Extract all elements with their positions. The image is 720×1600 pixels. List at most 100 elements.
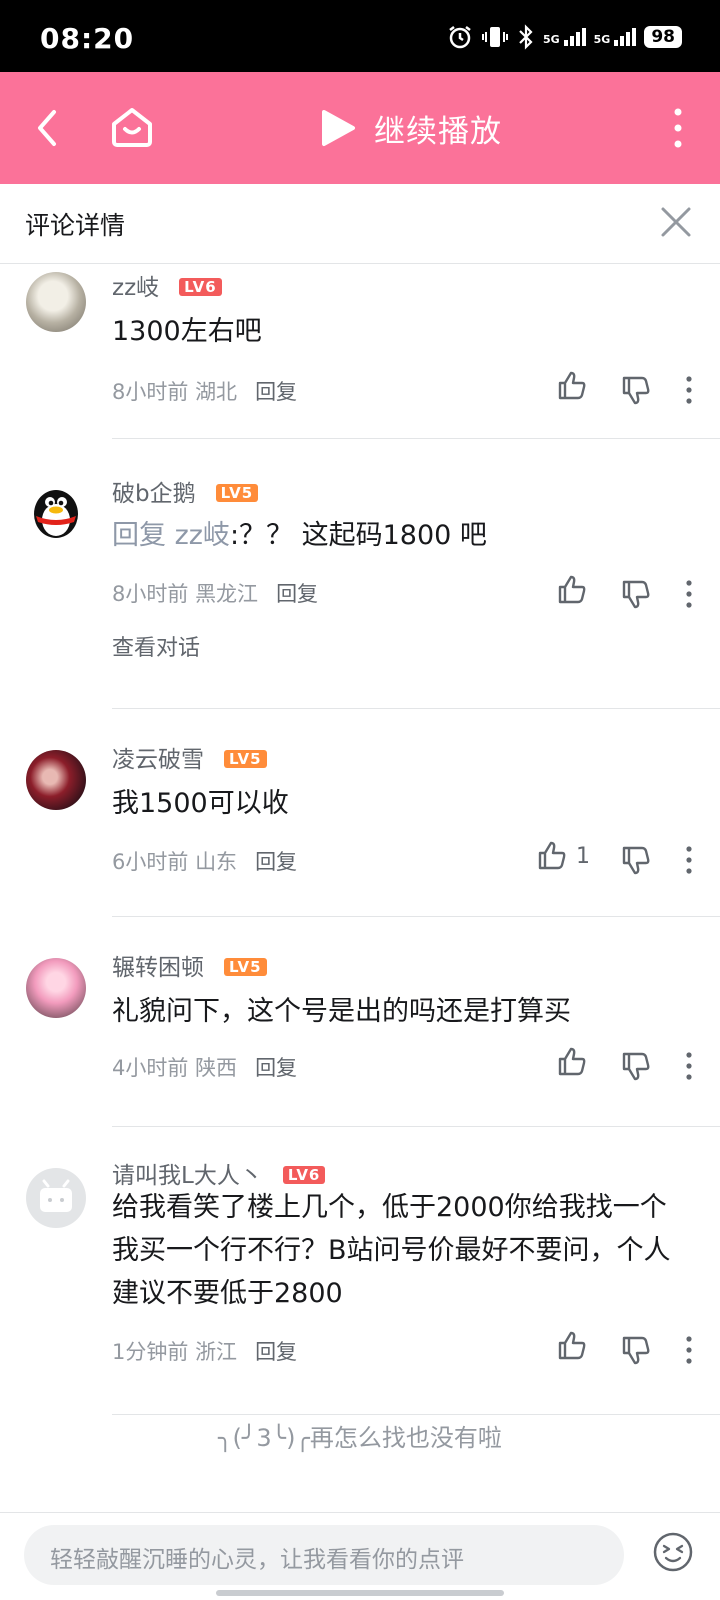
- dislike-icon: [622, 580, 650, 609]
- comment-time: 8小时前: [112, 582, 189, 606]
- signal-icon-2: 5G: [594, 28, 637, 46]
- comment-more-button[interactable]: [684, 844, 694, 876]
- comment-time: 6小时前: [112, 850, 189, 874]
- reply-button[interactable]: 回复: [255, 850, 297, 874]
- comment-more-button[interactable]: [684, 578, 694, 610]
- dislike-button[interactable]: [620, 844, 652, 876]
- more-icon: [686, 1336, 692, 1364]
- more-button[interactable]: [666, 102, 690, 154]
- like-icon: [558, 1047, 586, 1076]
- comment-region: 陕西: [195, 1056, 238, 1080]
- reply-button[interactable]: 回复: [255, 1056, 297, 1080]
- continue-play-label: 继续播放: [374, 113, 502, 150]
- end-of-list-note: ╮(╯3╰)╭再怎么找也没有啦: [218, 1424, 502, 1452]
- emoji-icon: [653, 1532, 693, 1572]
- network-label-2: 5G: [593, 33, 611, 46]
- username[interactable]: 辗转困顿 LV5: [112, 948, 267, 982]
- panel-title: 评论详情: [25, 211, 126, 240]
- username[interactable]: zz岐 LV6: [112, 268, 222, 302]
- comment-more-button[interactable]: [684, 1334, 694, 1366]
- home-button[interactable]: [104, 98, 160, 154]
- username[interactable]: 请叫我L大人丶 LV6: [112, 1156, 326, 1190]
- more-icon: [686, 846, 692, 874]
- comment-item: 请叫我L大人丶 LV6 给我看笑了楼上几个，低于2000你给我找一个我买一个行不行…: [0, 1156, 720, 1416]
- comment-meta: 1分钟前 浙江 回复: [112, 1336, 297, 1366]
- like-icon: [538, 841, 566, 870]
- status-time: 08:20: [40, 22, 135, 55]
- reply-to-user[interactable]: 回复 zz岐: [112, 520, 230, 551]
- more-icon: [686, 580, 692, 608]
- dislike-button[interactable]: [620, 1334, 652, 1366]
- comment-more-button[interactable]: [684, 1050, 694, 1082]
- bluetooth-icon: [519, 24, 533, 50]
- comment-input-bar: 轻轻敲醒沉睡的心灵，让我看看你的点评: [0, 1512, 720, 1600]
- like-button[interactable]: [556, 1330, 588, 1362]
- comment-detail-header: 评论详情: [0, 184, 720, 264]
- username-text: 凌云破雪: [112, 747, 204, 773]
- comment-item: 辗转困顿 LV5 礼貌问下，这个号是出的吗还是打算买 4小时前 陕西 回复: [0, 948, 720, 1128]
- avatar[interactable]: [26, 958, 86, 1018]
- username-text: zz岐: [112, 275, 160, 301]
- dislike-icon: [622, 1052, 650, 1081]
- comment-more-button[interactable]: [684, 374, 694, 406]
- comment-text: 1300左右吧: [112, 316, 262, 347]
- penguin-avatar-image: [34, 490, 78, 538]
- like-button[interactable]: [556, 1046, 588, 1078]
- comment-text-body: :？？ 这起码1800 吧: [229, 520, 487, 551]
- comment-meta: 8小时前 黑龙江 回复: [112, 578, 318, 608]
- comment-item: 破b企鹅 LV5 回复 zz岐:？？ 这起码1800 吧 8小时前 黑龙江 回复 查…: [0, 474, 720, 710]
- more-icon: [686, 376, 692, 404]
- emoji-button[interactable]: [652, 1531, 694, 1573]
- like-button[interactable]: [556, 574, 588, 606]
- dislike-button[interactable]: [620, 374, 652, 406]
- close-icon: [661, 207, 691, 237]
- reply-button[interactable]: 回复: [255, 1340, 297, 1364]
- comment-region: 浙江: [195, 1340, 238, 1364]
- back-icon: [38, 110, 56, 146]
- more-icon: [686, 1052, 692, 1080]
- like-icon: [558, 1331, 586, 1360]
- comment-time: 4小时前: [112, 1056, 189, 1080]
- comment-region: 黑龙江: [195, 582, 259, 606]
- gesture-home-indicator[interactable]: [216, 1590, 504, 1596]
- default-avatar-image: [40, 1179, 72, 1212]
- like-count: 1: [576, 843, 590, 869]
- dislike-button[interactable]: [620, 1050, 652, 1082]
- signal-icon: 5G: [543, 28, 586, 46]
- divider: [112, 1414, 720, 1415]
- username[interactable]: 凌云破雪 LV5: [112, 740, 267, 774]
- comment-text: 给我看笑了楼上几个，低于2000你给我找一个我买一个行不行？B站问号价最好不要问…: [112, 1192, 671, 1309]
- avatar[interactable]: [26, 272, 86, 332]
- reply-button[interactable]: 回复: [255, 380, 297, 404]
- continue-play-button[interactable]: 继续播放: [320, 102, 502, 154]
- network-label-1: 5G: [542, 33, 560, 46]
- like-button[interactable]: 1: [536, 840, 590, 872]
- dislike-button[interactable]: [620, 578, 652, 610]
- level-badge: LV5: [224, 750, 267, 768]
- username-text: 破b企鹅: [112, 481, 196, 507]
- dislike-icon: [622, 846, 650, 875]
- reply-button[interactable]: 回复: [276, 582, 318, 606]
- comment-region: 湖北: [195, 380, 238, 404]
- comment-meta: 6小时前 山东 回复: [112, 846, 297, 876]
- alarm-icon: [449, 26, 471, 49]
- divider: [112, 438, 720, 439]
- level-badge: LV6: [282, 1166, 326, 1184]
- comment-time: 8小时前: [112, 380, 189, 404]
- like-button[interactable]: [556, 370, 588, 402]
- top-navbar: 继续播放: [0, 72, 720, 184]
- view-conversation-link[interactable]: 查看对话: [112, 630, 200, 662]
- divider: [112, 916, 720, 917]
- avatar[interactable]: [26, 750, 86, 810]
- close-button[interactable]: [658, 204, 694, 240]
- username[interactable]: 破b企鹅 LV5: [112, 474, 259, 508]
- level-badge: LV6: [179, 278, 222, 296]
- comment-input[interactable]: 轻轻敲醒沉睡的心灵，让我看看你的点评: [24, 1525, 624, 1585]
- avatar[interactable]: [26, 1168, 86, 1228]
- like-icon: [558, 371, 586, 400]
- back-button[interactable]: [28, 100, 84, 156]
- level-badge: LV5: [224, 958, 267, 976]
- divider: [112, 1126, 720, 1127]
- avatar[interactable]: [26, 480, 86, 540]
- comment-text: 回复 zz岐:？？ 这起码1800 吧: [112, 514, 692, 557]
